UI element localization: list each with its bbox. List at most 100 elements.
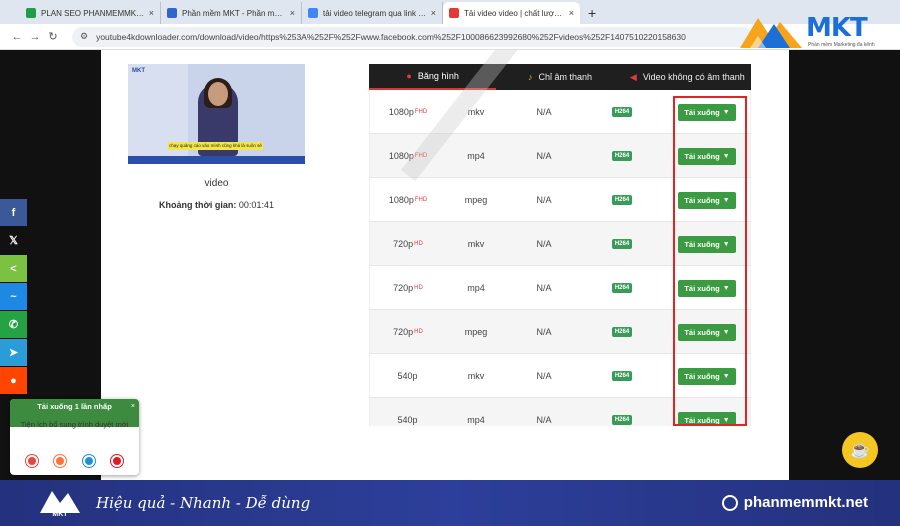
coffee-button[interactable]: ☕ (842, 432, 878, 468)
codec-badge: H264 (611, 239, 633, 249)
codec-cell: H264 (582, 266, 662, 310)
banner-site[interactable]: phanmemmkt.net (721, 494, 868, 511)
resolution-cell: 720p HD (370, 222, 446, 266)
extension-popup: × Tải xuống 1 lần nhấp Tiện ích bổ sung … (10, 399, 139, 475)
size-cell: N/A (536, 283, 552, 293)
url-field[interactable]: ⚙ youtube4kdownloader.com/download/video… (72, 26, 752, 47)
back-icon[interactable]: ← (8, 31, 26, 43)
size-cell: N/A (536, 195, 552, 205)
codec-cell: H264 (582, 398, 662, 426)
chrome-icon[interactable] (26, 455, 39, 467)
resolution-cell: 1080p FHD (370, 178, 446, 222)
browser-tab-title: Phần mềm MKT - Phần mềm M (182, 8, 286, 18)
video-title: video (204, 178, 229, 189)
codec-cell: H264 (582, 310, 662, 354)
format-cell: mkv (467, 239, 485, 249)
resolution-cell: 720p HD (370, 310, 446, 354)
format-cell: mp4 (467, 415, 485, 425)
site-info-icon[interactable]: ⚙ (80, 31, 88, 42)
opera-icon[interactable] (110, 455, 123, 467)
social-glyph: ~ (10, 290, 17, 303)
banner-logo-word: MKT (52, 511, 68, 518)
format-tab[interactable]: ◀ Video không có âm thanh (624, 64, 751, 90)
telegram-icon[interactable]: ➤ (0, 339, 27, 366)
format-tab[interactable]: ♪ Chỉ âm thanh (496, 64, 623, 90)
codec-badge: H264 (611, 195, 633, 205)
close-icon[interactable]: × (131, 400, 135, 414)
codec-badge: H264 (611, 371, 633, 381)
reload-icon[interactable]: ↻ (44, 30, 62, 43)
video-thumbnail[interactable]: MKT chạy quảng cáo vào mình cũng khá là … (128, 64, 305, 164)
duration-value: 00:01:41 (238, 200, 274, 210)
reddit-icon[interactable]: ● (0, 367, 27, 394)
codec-badge: H264 (611, 283, 633, 293)
close-tab-icon[interactable]: × (569, 8, 574, 18)
resolution-text: 720p (393, 283, 414, 293)
browser-tab[interactable]: Tải video video | chất lượng FH × (443, 2, 580, 24)
social-glyph: 𝕏 (9, 235, 18, 247)
social-glyph: ➤ (8, 347, 19, 359)
format-tab-label: Chỉ âm thanh (538, 72, 592, 82)
messenger-icon[interactable]: ~ (0, 283, 27, 310)
format-cell: mpeg (464, 195, 488, 205)
format-cell: mpeg (464, 327, 488, 337)
size-cell: N/A (536, 415, 552, 425)
thumb-logo: MKT (132, 68, 145, 74)
resolution-text: 720p (393, 239, 414, 249)
banner-site-text: phanmemmkt.net (743, 494, 868, 511)
whatsapp-icon[interactable]: ✆ (0, 311, 27, 338)
codec-cell: H264 (582, 222, 662, 266)
globe-icon (721, 494, 738, 511)
close-tab-icon[interactable]: × (290, 8, 295, 18)
close-tab-icon[interactable]: × (431, 8, 436, 18)
size-cell: N/A (536, 151, 552, 161)
codec-cell: H264 (582, 134, 662, 178)
mkt-logo: MKT Phần mềm Marketing đa kênh (736, 8, 886, 52)
favicon-icon (308, 8, 318, 18)
cup-icon: ☕ (850, 442, 870, 459)
resolution-text: 1080p (388, 195, 414, 205)
x-icon[interactable]: 𝕏 (0, 227, 27, 254)
forward-icon[interactable]: → (26, 31, 44, 43)
codec-cell: H264 (582, 90, 662, 134)
edge-icon[interactable] (82, 455, 95, 467)
codec-badge: H264 (611, 151, 633, 161)
codec-cell: H264 (582, 178, 662, 222)
resolution-text: 540p (397, 371, 418, 381)
mute-icon: ◀ (629, 71, 637, 82)
format-tab-label: Video không có âm thanh (642, 72, 745, 82)
close-tab-icon[interactable]: × (149, 8, 154, 18)
browser-tab[interactable]: Phần mềm MKT - Phần mềm M × (161, 2, 302, 24)
mkt-mountain-icon (740, 18, 802, 48)
facebook-icon[interactable]: f (0, 199, 27, 226)
format-tab-label: Băng hình (417, 71, 459, 81)
duration-label: Khoảng thời gian: (159, 200, 237, 210)
quality-tag: HD (414, 329, 423, 335)
browser-tab-title: Tải video video | chất lượng FH (464, 8, 565, 18)
bottom-banner: MKT Hiệu quả - Nhanh - Dễ dùng phanmemmk… (0, 480, 900, 526)
format-cell: mkv (467, 371, 485, 381)
mkt-logo-word: MKT (806, 13, 868, 43)
firefox-icon[interactable] (54, 455, 67, 467)
browser-tab[interactable]: tải video telegram qua link - Go × (302, 2, 443, 24)
banner-logo: MKT (38, 485, 82, 521)
browser-tab[interactable]: PLAN SEO PHANMEMMKT.NET × (20, 2, 161, 24)
banner-slogan: Hiệu quả - Nhanh - Dễ dùng (96, 494, 311, 512)
social-glyph: ● (10, 374, 17, 387)
resolution-cell: 540p (370, 398, 446, 426)
quality-tag: FHD (414, 197, 428, 203)
browser-tab-title: PLAN SEO PHANMEMMKT.NET (41, 8, 145, 18)
resolution-cell: 540p (370, 354, 446, 398)
format-cell: mp4 (467, 151, 485, 161)
music-icon: ♪ (527, 72, 533, 82)
favicon-icon (449, 8, 459, 18)
social-glyph: f (11, 206, 16, 219)
resolution-text: 540p (397, 415, 418, 425)
size-cell: N/A (536, 239, 552, 249)
size-cell: N/A (536, 107, 552, 117)
new-tab-icon[interactable]: + (588, 2, 596, 24)
share-icon[interactable]: < (0, 255, 27, 282)
download-page: MKT chạy quảng cáo vào mình cũng khá là … (101, 50, 789, 480)
format-tabs: ● Băng hình ♪ Chỉ âm thanh ◀ Video không có â… (369, 64, 751, 90)
play-icon: ● (406, 71, 412, 81)
